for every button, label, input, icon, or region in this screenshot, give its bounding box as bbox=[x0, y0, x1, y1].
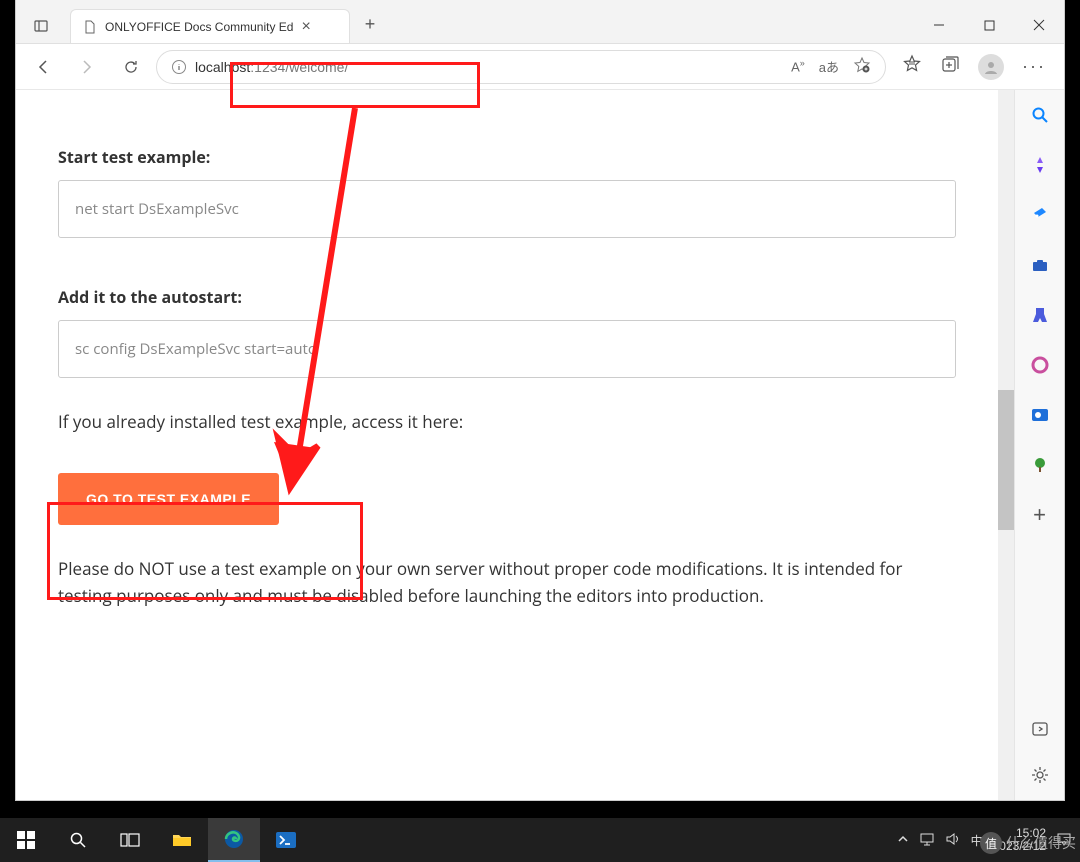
tray-notifications-icon[interactable] bbox=[1056, 832, 1072, 849]
tray-volume-icon[interactable] bbox=[945, 832, 961, 849]
url-text: localhost:1234/welcome/ bbox=[195, 59, 348, 75]
more-button[interactable]: ··· bbox=[1022, 56, 1046, 77]
refresh-button[interactable] bbox=[112, 51, 150, 83]
warning-text: Please do NOT use a test example on your… bbox=[58, 555, 956, 609]
powershell-icon bbox=[275, 831, 297, 849]
back-icon bbox=[34, 58, 52, 76]
collections-button[interactable] bbox=[940, 54, 960, 79]
taskview-icon bbox=[120, 831, 140, 849]
back-button[interactable] bbox=[24, 51, 62, 83]
edge-button[interactable] bbox=[208, 818, 260, 862]
page-content: running correctly. Start test example: n… bbox=[16, 90, 998, 800]
refresh-icon bbox=[122, 58, 140, 76]
tray-expand-icon[interactable] bbox=[897, 833, 909, 848]
sidebar-discover-icon[interactable] bbox=[1029, 154, 1051, 176]
edge-sidebar: + bbox=[1014, 90, 1064, 800]
sidebar-outlook-icon[interactable] bbox=[1029, 404, 1051, 426]
tab-actions-icon bbox=[33, 18, 49, 34]
go-to-test-example-button[interactable]: GO TO TEST EXAMPLE bbox=[58, 473, 279, 525]
sidebar-tools-icon[interactable] bbox=[1029, 254, 1051, 276]
minimize-icon bbox=[933, 19, 945, 31]
windows-icon bbox=[17, 831, 35, 849]
browser-tab[interactable]: ONLYOFFICE Docs Community Ed × bbox=[70, 9, 350, 43]
tab-close-icon[interactable]: × bbox=[301, 18, 310, 36]
tray-clock[interactable]: 15:02 2023/2/12 bbox=[993, 827, 1046, 853]
favorites-button[interactable] bbox=[902, 54, 922, 79]
sidebar-shopping-icon[interactable] bbox=[1029, 204, 1051, 226]
forward-button[interactable] bbox=[68, 51, 106, 83]
read-aloud-icon[interactable]: A» bbox=[791, 58, 805, 74]
scrollbar[interactable] bbox=[998, 90, 1014, 800]
close-icon bbox=[1033, 19, 1045, 31]
autostart-heading: Add it to the autostart: bbox=[58, 286, 956, 308]
tab-title: ONLYOFFICE Docs Community Ed bbox=[105, 20, 293, 34]
toolbar: localhost:1234/welcome/ A» aあ ··· bbox=[16, 44, 1064, 90]
maximize-icon bbox=[984, 20, 995, 31]
page-icon bbox=[83, 20, 97, 34]
sidebar-office-icon[interactable] bbox=[1029, 354, 1051, 376]
sidebar-search-icon[interactable] bbox=[1029, 104, 1051, 126]
sidebar-add-icon[interactable]: + bbox=[1029, 504, 1051, 526]
user-icon bbox=[983, 59, 999, 75]
task-view-button[interactable] bbox=[104, 818, 156, 862]
sidebar-tree-icon[interactable] bbox=[1029, 454, 1051, 476]
taskbar: 中 15:02 2023/2/12 bbox=[0, 818, 1080, 862]
tray-network-icon[interactable] bbox=[919, 832, 935, 849]
edge-icon bbox=[223, 828, 245, 850]
new-tab-button[interactable]: + bbox=[350, 9, 390, 43]
sidebar-games-icon[interactable] bbox=[1029, 304, 1051, 326]
start-test-command-box[interactable]: net start DsExampleSvc bbox=[58, 180, 956, 238]
browser-window: ONLYOFFICE Docs Community Ed × + bbox=[16, 0, 1064, 800]
site-info-icon[interactable] bbox=[171, 59, 187, 75]
tab-actions-button[interactable] bbox=[16, 9, 66, 43]
profile-button[interactable] bbox=[978, 54, 1004, 80]
titlebar: ONLYOFFICE Docs Community Ed × + bbox=[16, 0, 1064, 44]
scrollbar-thumb[interactable] bbox=[998, 390, 1014, 530]
start-button[interactable] bbox=[0, 818, 52, 862]
favorite-icon[interactable] bbox=[853, 56, 871, 77]
system-tray: 中 15:02 2023/2/12 bbox=[897, 827, 1080, 853]
powershell-button[interactable] bbox=[260, 818, 312, 862]
autostart-command-box[interactable]: sc config DsExampleSvc start=auto bbox=[58, 320, 956, 378]
maximize-button[interactable] bbox=[964, 7, 1014, 43]
folder-icon bbox=[172, 832, 192, 848]
tray-ime[interactable]: 中 bbox=[971, 832, 983, 849]
sidebar-settings-icon[interactable] bbox=[1029, 764, 1051, 786]
minimize-button[interactable] bbox=[914, 7, 964, 43]
toolbar-actions: ··· bbox=[892, 54, 1056, 80]
forward-icon bbox=[78, 58, 96, 76]
address-bar[interactable]: localhost:1234/welcome/ A» aあ bbox=[156, 50, 886, 84]
tray-date: 2023/2/12 bbox=[993, 840, 1046, 853]
translate-icon[interactable]: aあ bbox=[819, 57, 839, 76]
search-icon bbox=[69, 831, 87, 849]
close-window-button[interactable] bbox=[1014, 7, 1064, 43]
explorer-button[interactable] bbox=[156, 818, 208, 862]
already-installed-text: If you already installed test example, a… bbox=[58, 408, 956, 435]
start-test-heading: Start test example: bbox=[58, 146, 956, 168]
window-controls bbox=[914, 7, 1064, 43]
search-button[interactable] bbox=[52, 818, 104, 862]
sidebar-collapse-icon[interactable] bbox=[1029, 718, 1051, 740]
